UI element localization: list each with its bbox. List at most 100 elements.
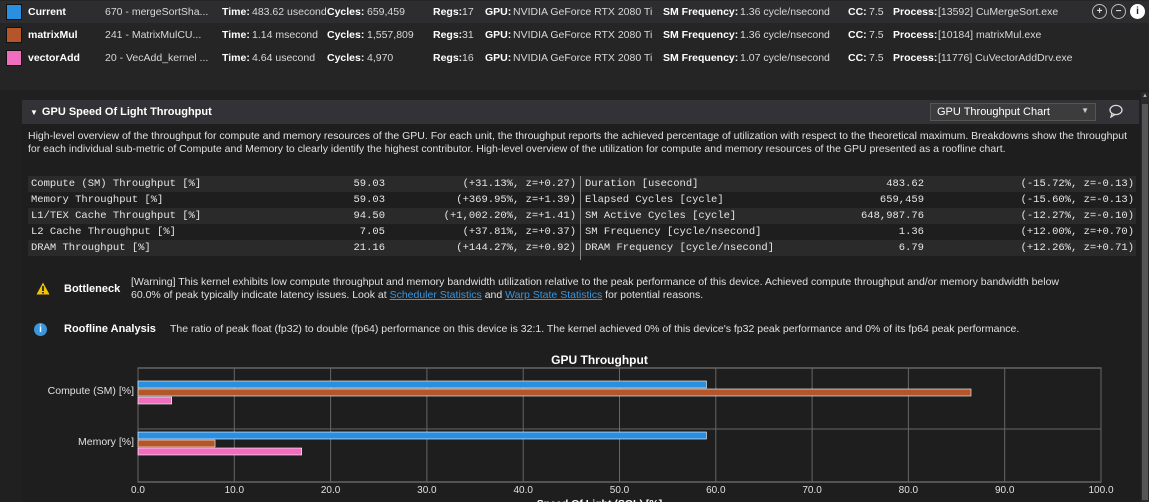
chart-select-dropdown[interactable]: GPU Throughput Chart ▼ bbox=[930, 103, 1096, 121]
metric-delta: (+37.81%, z=+0.37) bbox=[462, 226, 576, 238]
result-color-swatch[interactable] bbox=[6, 27, 22, 43]
gpu-label: GPU: bbox=[485, 6, 512, 18]
header-actions: + − i bbox=[1092, 4, 1145, 19]
scrollbar-thumb[interactable] bbox=[1142, 104, 1148, 500]
time-label: Time: bbox=[222, 6, 250, 18]
chart-select-value: GPU Throughput Chart bbox=[937, 106, 1050, 118]
result-color-swatch[interactable] bbox=[6, 4, 22, 20]
bar-vectoradd bbox=[137, 396, 173, 405]
bar-matrixmul bbox=[137, 388, 972, 397]
cycles-label: Cycles: bbox=[327, 52, 365, 64]
cycles-label: Cycles: bbox=[327, 6, 365, 18]
result-row-vectoradd[interactable]: vectorAdd 20 - VecAdd_kernel ... Time: 4… bbox=[0, 47, 1149, 69]
metric-value: 21.16 bbox=[353, 242, 385, 254]
x-tick-label: 20.0 bbox=[321, 485, 341, 496]
result-row-current[interactable]: Current 670 - mergeSortSha... Time: 483.… bbox=[0, 1, 1149, 23]
bottleneck-text-mid: and bbox=[481, 289, 506, 301]
chevron-down-icon: ▼ bbox=[1081, 106, 1089, 115]
process-label: Process: bbox=[893, 6, 938, 18]
metric-name: DRAM Throughput [%] bbox=[31, 242, 151, 254]
roofline-label: Roofline Analysis bbox=[64, 323, 156, 335]
section-title-wrap[interactable]: ▼ GPU Speed Of Light Throughput bbox=[30, 106, 212, 118]
table-row[interactable]: Memory Throughput [%] 59.03 (+369.95%, z… bbox=[28, 192, 1136, 208]
cc-value: 7.5 bbox=[869, 29, 884, 41]
cycles-label: Cycles: bbox=[327, 29, 365, 41]
x-tick-label: 30.0 bbox=[417, 485, 437, 496]
comment-icon[interactable] bbox=[1108, 104, 1124, 118]
metric-delta: (+12.26%, z=+0.71) bbox=[1020, 242, 1134, 254]
scheduler-statistics-link[interactable]: Scheduler Statistics bbox=[390, 289, 482, 301]
results-header: Current 670 - mergeSortSha... Time: 483.… bbox=[0, 0, 1149, 90]
metric-name: Duration [usecond] bbox=[585, 178, 699, 190]
section-header[interactable]: ▼ GPU Speed Of Light Throughput GPU Throu… bbox=[22, 100, 1139, 124]
metric-value: 6.79 bbox=[898, 242, 924, 254]
process-value: [13592] CuMergeSort.exe bbox=[938, 6, 1059, 18]
metrics-table: Compute (SM) Throughput [%] 59.03 (+31.1… bbox=[28, 176, 1136, 267]
metric-delta: (+1,002.20%, z=+1.41) bbox=[443, 210, 576, 222]
result-kernel[interactable]: 241 - MatrixMulCU... bbox=[105, 29, 201, 41]
y-category-label: Compute (SM) [%] bbox=[48, 385, 134, 397]
x-axis-label: Speed Of Light (SOL) [%] bbox=[537, 498, 662, 502]
process-label: Process: bbox=[893, 29, 938, 41]
add-baseline-icon[interactable]: + bbox=[1092, 4, 1107, 19]
x-tick-label: 90.0 bbox=[995, 485, 1015, 496]
bar-matrixmul bbox=[137, 439, 216, 448]
warning-icon bbox=[36, 282, 50, 295]
x-tick-label: 10.0 bbox=[225, 485, 245, 496]
metric-value: 1.36 bbox=[898, 226, 924, 238]
gpu-label: GPU: bbox=[485, 29, 512, 41]
result-row-matrixmul[interactable]: matrixMul 241 - MatrixMulCU... Time: 1.1… bbox=[0, 24, 1149, 46]
cycles-value: 1,557,809 bbox=[367, 29, 414, 41]
result-name: Current bbox=[28, 6, 66, 18]
sm-frequency-value: 1.36 cycle/nsecond bbox=[740, 6, 830, 18]
metric-name: Memory Throughput [%] bbox=[31, 194, 164, 206]
process-label: Process: bbox=[893, 52, 938, 64]
bottleneck-rule: Bottleneck [Warning] This kernel exhibit… bbox=[28, 274, 1136, 308]
warp-state-statistics-link[interactable]: Warp State Statistics bbox=[505, 289, 602, 301]
remove-baseline-icon[interactable]: − bbox=[1111, 4, 1126, 19]
result-kernel[interactable]: 670 - mergeSortSha... bbox=[105, 6, 208, 18]
metric-delta: (+12.00%, z=+0.70) bbox=[1020, 226, 1134, 238]
regs-label: Regs: bbox=[433, 52, 463, 64]
result-kernel[interactable]: 20 - VecAdd_kernel ... bbox=[105, 52, 208, 64]
regs-value: 31 bbox=[462, 29, 474, 41]
x-tick-label: 0.0 bbox=[131, 485, 145, 496]
table-row[interactable]: Compute (SM) Throughput [%] 59.03 (+31.1… bbox=[28, 176, 1136, 192]
roofline-rule: i Roofline Analysis The ratio of peak fl… bbox=[28, 322, 1136, 340]
metric-value: 59.03 bbox=[353, 194, 385, 206]
result-color-swatch[interactable] bbox=[6, 50, 22, 66]
x-tick-label: 100.0 bbox=[1088, 485, 1113, 496]
info-icon: i bbox=[34, 323, 47, 336]
table-row[interactable]: L1/TEX Cache Throughput [%] 94.50 (+1,00… bbox=[28, 208, 1136, 224]
gpu-throughput-chart[interactable]: GPU Throughput 0.0 10.0 20.0 30.0 40.0 50.0 60.… bbox=[22, 352, 1139, 502]
cycles-value: 659,459 bbox=[367, 6, 405, 18]
vertical-scrollbar[interactable]: ▲ bbox=[1141, 92, 1149, 502]
info-icon[interactable]: i bbox=[1130, 4, 1145, 19]
bar-current bbox=[137, 380, 707, 389]
metric-delta: (-15.60%, z=-0.13) bbox=[1020, 194, 1134, 206]
table-row[interactable]: L2 Cache Throughput [%] 7.05 (+37.81%, z… bbox=[28, 224, 1136, 240]
gpu-value: NVIDIA GeForce RTX 2080 Ti bbox=[513, 6, 653, 18]
metric-name: SM Frequency [cycle/nsecond] bbox=[585, 226, 762, 238]
x-tick-label: 80.0 bbox=[899, 485, 919, 496]
metric-delta: (-15.72%, z=-0.13) bbox=[1020, 178, 1134, 190]
cc-label: CC: bbox=[848, 52, 867, 64]
metric-name: SM Active Cycles [cycle] bbox=[585, 210, 737, 222]
process-value: [11776] CuVectorAddDrv.exe bbox=[938, 52, 1073, 64]
cycles-value: 4,970 bbox=[367, 52, 394, 64]
metric-name: Compute (SM) Throughput [%] bbox=[31, 178, 202, 190]
table-row[interactable]: DRAM Throughput [%] 21.16 (+144.27%, z=+… bbox=[28, 240, 1136, 256]
metric-value: 7.05 bbox=[359, 226, 385, 238]
scroll-up-icon[interactable]: ▲ bbox=[1142, 93, 1148, 99]
metric-delta: (-12.27%, z=-0.10) bbox=[1020, 210, 1134, 222]
x-tick-label: 40.0 bbox=[513, 485, 533, 496]
time-label: Time: bbox=[222, 29, 250, 41]
y-category-label: Memory [%] bbox=[78, 436, 134, 448]
bar-vectoradd bbox=[137, 447, 303, 456]
collapse-caret-icon[interactable]: ▼ bbox=[30, 108, 38, 117]
gpu-sol-section: ▼ GPU Speed Of Light Throughput GPU Throu… bbox=[22, 100, 1139, 502]
cc-value: 7.5 bbox=[869, 52, 884, 64]
x-tick-label: 70.0 bbox=[802, 485, 822, 496]
sm-frequency-label: SM Frequency: bbox=[663, 6, 739, 18]
cc-value: 7.5 bbox=[869, 6, 884, 18]
